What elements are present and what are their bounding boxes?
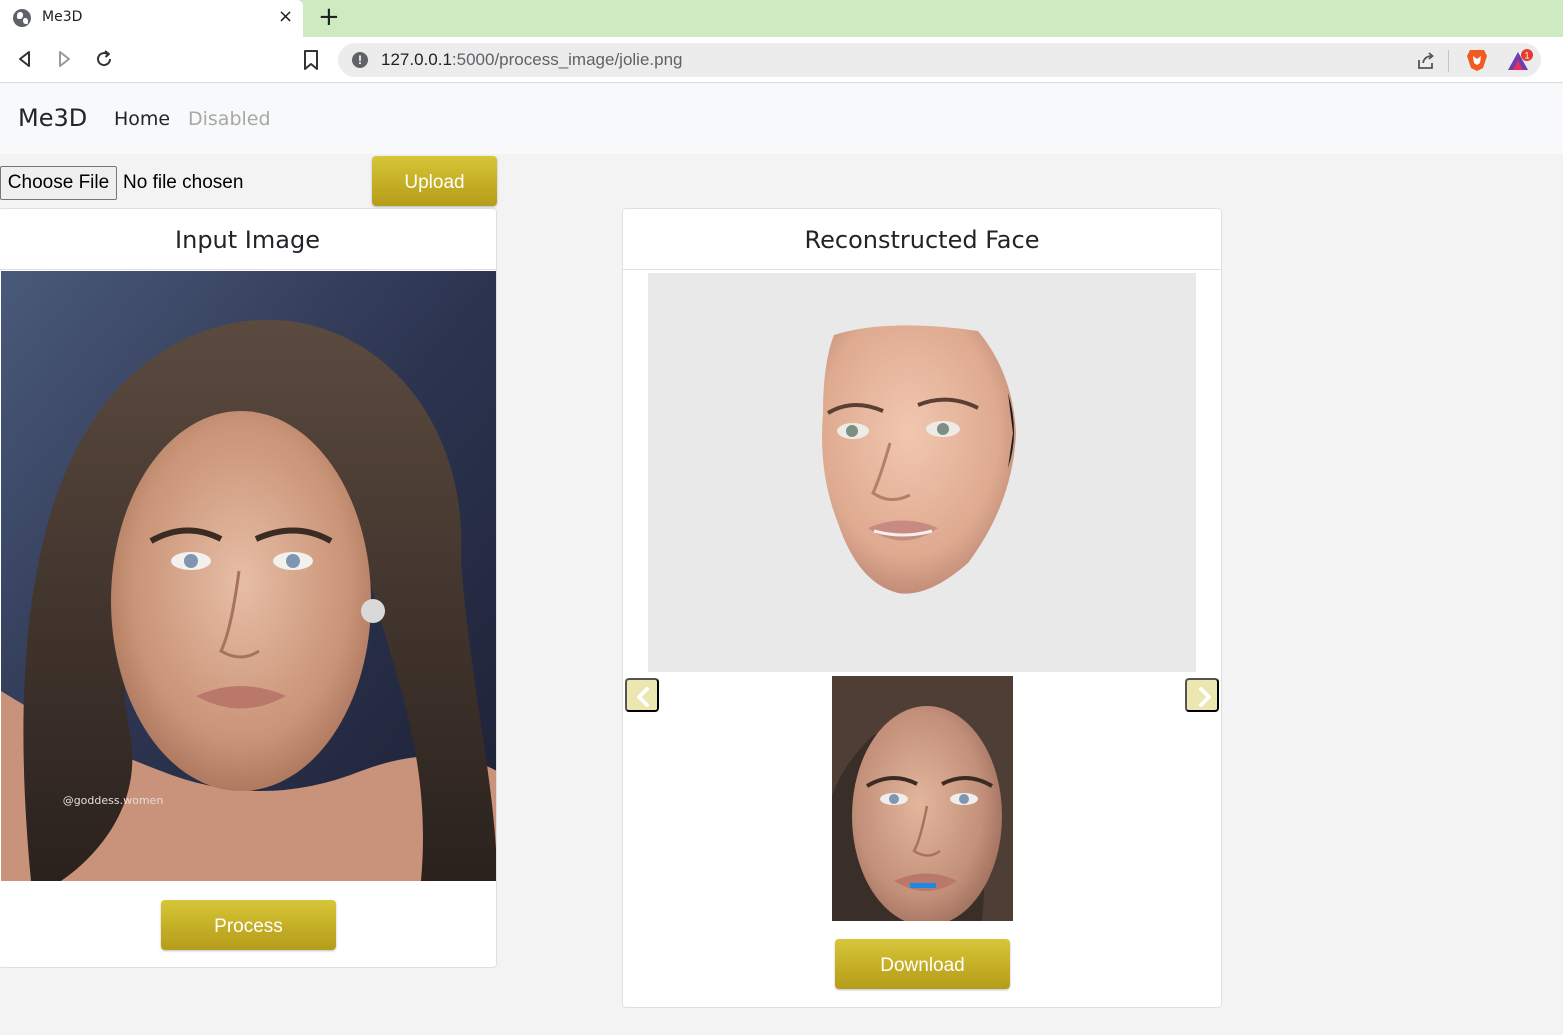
back-icon[interactable] — [13, 47, 37, 71]
brand-logo[interactable]: Me3D — [18, 104, 87, 132]
url-text[interactable]: 127.0.0.1:5000/process_image/jolie.png — [381, 50, 683, 70]
nav-link-home[interactable]: Home — [114, 108, 170, 130]
rewards-badge: 1 — [1524, 51, 1529, 61]
reconstructed-face-card: Reconstructed Face Download — [622, 208, 1222, 1008]
3d-face-viewer[interactable] — [648, 273, 1196, 672]
carousel-indicator[interactable] — [910, 883, 936, 888]
reconstructed-face-title: Reconstructed Face — [804, 226, 1040, 254]
file-status-text: No file chosen — [123, 172, 244, 193]
nav-link-disabled: Disabled — [188, 108, 271, 130]
site-info-icon[interactable]: ! — [352, 52, 368, 68]
tab-title: Me3D — [42, 9, 83, 25]
share-icon[interactable] — [1416, 51, 1436, 71]
brave-rewards-icon[interactable]: 1 — [1506, 48, 1534, 74]
upload-button[interactable]: Upload — [372, 156, 497, 206]
input-image-title: Input Image — [175, 226, 320, 254]
chevron-left-icon — [637, 687, 649, 707]
card-header: Reconstructed Face — [623, 209, 1221, 270]
card-header: Input Image — [0, 209, 496, 270]
chevron-right-icon — [1199, 687, 1211, 707]
new-tab-button[interactable]: + — [318, 4, 340, 30]
process-button[interactable]: Process — [161, 900, 336, 950]
globe-icon — [13, 9, 31, 27]
input-image-card: Input Image @goddess.women Process — [0, 208, 497, 968]
brave-shields-icon[interactable] — [1466, 48, 1488, 72]
input-photo: @goddess.women — [1, 271, 496, 881]
browser-toolbar: ! 127.0.0.1:5000/process_image/jolie.png… — [0, 37, 1563, 83]
toolbar-separator — [1448, 50, 1449, 72]
reload-icon[interactable] — [92, 47, 116, 71]
browser-tab[interactable]: Me3D × — [0, 0, 303, 37]
close-tab-icon[interactable]: × — [278, 7, 293, 27]
tab-strip: Me3D × + — [0, 0, 1563, 37]
svg-text:@goddess.women: @goddess.women — [63, 794, 164, 807]
address-bar[interactable]: ! 127.0.0.1:5000/process_image/jolie.png… — [338, 43, 1541, 77]
bookmark-icon[interactable] — [302, 49, 320, 71]
forward-icon[interactable] — [52, 47, 76, 71]
app-navbar: Me3D Home Disabled — [0, 84, 1563, 154]
download-button[interactable]: Download — [835, 939, 1010, 989]
carousel-prev-button[interactable] — [625, 678, 659, 712]
carousel-next-button[interactable] — [1185, 678, 1219, 712]
choose-file-button[interactable]: Choose File — [0, 166, 117, 200]
